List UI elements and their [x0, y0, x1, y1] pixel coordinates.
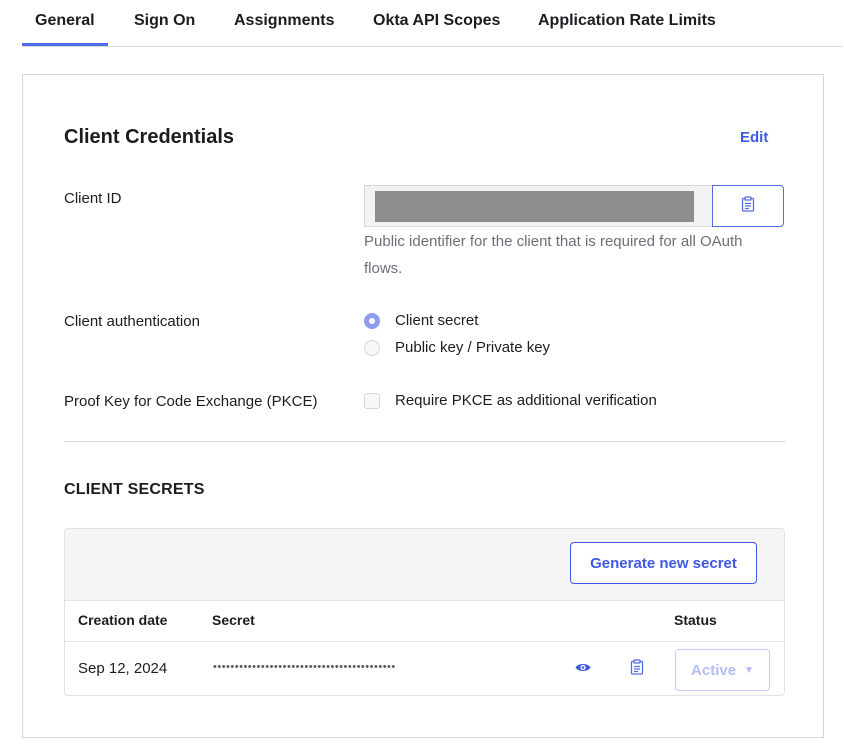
edit-link[interactable]: Edit: [740, 129, 768, 146]
clipboard-icon: [630, 658, 644, 680]
generate-new-secret-button[interactable]: Generate new secret: [570, 542, 757, 584]
tab-bar: General Sign On Assignments Okta API Sco…: [22, 0, 843, 47]
tab-okta-api-scopes[interactable]: Okta API Scopes: [373, 12, 500, 30]
clipboard-icon: [741, 195, 755, 217]
radio-label: Public key / Private key: [395, 339, 551, 356]
pkce-checkbox[interactable]: Require PKCE as additional verification: [364, 392, 657, 409]
reveal-secret-button[interactable]: [573, 659, 593, 679]
radio-selected-indicator: [364, 312, 380, 329]
table-row: Sep 12, 2024 •••••••••••••••••••••••••••…: [65, 641, 784, 695]
masked-secret: ••••••••••••••••••••••••••••••••••••••••…: [213, 661, 396, 673]
eye-icon: [575, 660, 591, 678]
column-header-creation-date: Creation date: [78, 612, 168, 628]
status-value: Active: [691, 661, 737, 679]
radio-client-secret[interactable]: Client secret: [364, 312, 478, 329]
client-id-redacted: [375, 191, 694, 222]
caret-down-icon: ▼: [744, 664, 754, 676]
client-id-label: Client ID: [64, 190, 122, 207]
status-dropdown[interactable]: Active ▼: [675, 649, 770, 691]
tab-sign-on[interactable]: Sign On: [134, 12, 195, 30]
client-secrets-table: Generate new secret Creation date Secret…: [64, 528, 785, 696]
checkbox-label: Require PKCE as additional verification: [395, 392, 657, 409]
client-authentication-label: Client authentication: [64, 313, 200, 330]
client-secrets-heading: CLIENT SECRETS: [64, 481, 205, 498]
copy-client-id-button[interactable]: [712, 185, 784, 227]
column-header-status: Status: [674, 612, 717, 628]
checkbox-box: [364, 392, 380, 409]
secret-creation-date: Sep 12, 2024: [78, 660, 168, 677]
client-id-help-text: Public identifier for the client that is…: [364, 233, 743, 277]
table-header: Creation date Secret Status: [65, 600, 784, 642]
radio-unselected-indicator: [364, 339, 380, 356]
table-toolbar: Generate new secret: [65, 529, 784, 601]
copy-secret-button[interactable]: [627, 658, 647, 680]
radio-label: Client secret: [395, 312, 479, 329]
tab-application-rate-limits[interactable]: Application Rate Limits: [538, 12, 716, 30]
pkce-label: Proof Key for Code Exchange (PKCE): [64, 393, 318, 410]
client-id-field[interactable]: [364, 185, 713, 227]
column-header-secret: Secret: [212, 612, 255, 628]
section-title: Client Credentials: [64, 126, 235, 148]
tab-assignments[interactable]: Assignments: [234, 12, 334, 30]
client-credentials-card: Client Credentials Edit Client ID Public…: [22, 74, 824, 738]
radio-public-private-key[interactable]: Public key / Private key: [364, 339, 550, 356]
divider: [64, 441, 785, 442]
tab-general[interactable]: General: [22, 12, 108, 46]
